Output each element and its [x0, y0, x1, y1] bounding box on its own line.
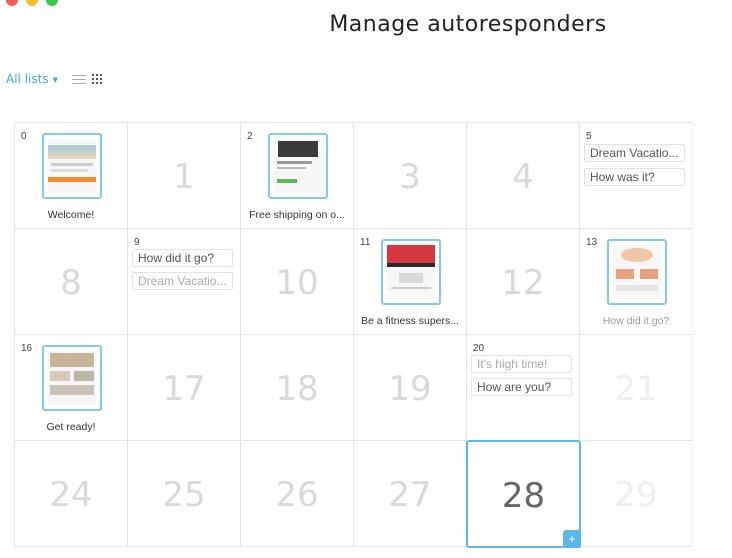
list-view-icon[interactable] — [71, 74, 86, 84]
day-number: 16 — [21, 343, 33, 354]
email-thumbnail[interactable] — [42, 345, 102, 411]
day-cell-26[interactable]: 26 — [241, 441, 354, 547]
day-cell-24[interactable]: 24 — [15, 441, 128, 547]
day-cell-16[interactable]: 16 Get ready! — [15, 335, 128, 441]
day-cell-11[interactable]: 11 Be a fitness supers... — [354, 229, 467, 335]
day-cell-28-selected[interactable]: 28 + — [466, 440, 581, 548]
day-cell-27[interactable]: 27 — [354, 441, 467, 547]
email-chip[interactable]: Dream Vacatio... — [132, 272, 233, 290]
day-cell-19[interactable]: 19 — [354, 335, 467, 441]
day-placeholder-number: 24 — [49, 475, 93, 515]
day-cell-5[interactable]: 5 Dream Vacatio... How was it? — [580, 123, 693, 229]
page-title: Manage autoresponders — [329, 12, 607, 37]
day-cell-0[interactable]: 0 Welcome! — [15, 123, 128, 229]
email-chip[interactable]: How was it? — [584, 168, 685, 186]
day-cell-20[interactable]: 20 It's high time! How are you? — [467, 335, 580, 441]
day-cell-10[interactable]: 10 — [241, 229, 354, 335]
add-email-button[interactable]: + — [563, 530, 581, 548]
day-placeholder-number: 26 — [275, 475, 319, 515]
day-number: 0 — [21, 131, 27, 142]
email-label[interactable]: Free shipping on o... — [241, 209, 353, 221]
day-number: 20 — [473, 343, 485, 354]
day-placeholder-number: 25 — [162, 475, 206, 515]
day-placeholder-number: 28 — [501, 476, 546, 516]
toolbar: All lists ▼ — [6, 72, 102, 86]
day-number: 13 — [586, 237, 598, 248]
email-thumbnail[interactable] — [381, 239, 441, 305]
day-cell-9[interactable]: 9 How did it go? Dream Vacatio... — [128, 229, 241, 335]
all-lists-dropdown[interactable]: All lists ▼ — [6, 72, 58, 86]
day-number: 5 — [586, 131, 592, 142]
email-thumbnail[interactable] — [42, 133, 102, 199]
email-label[interactable]: Welcome! — [15, 209, 127, 221]
day-placeholder-number: 1 — [173, 157, 195, 197]
caret-down-icon: ▼ — [52, 75, 58, 84]
minimize-window-button[interactable] — [26, 0, 38, 6]
day-number: 11 — [360, 237, 371, 248]
maximize-window-button[interactable] — [46, 0, 58, 6]
day-cell-1[interactable]: 1 — [128, 123, 241, 229]
day-number: 2 — [247, 131, 253, 142]
day-cell-2[interactable]: 2 Free shipping on o... — [241, 123, 354, 229]
day-placeholder-number: 10 — [275, 263, 319, 303]
close-window-button[interactable] — [6, 0, 18, 6]
email-chip[interactable]: How did it go? — [132, 249, 233, 267]
day-placeholder-number: 12 — [501, 263, 545, 303]
day-cell-29[interactable]: 29 — [580, 441, 693, 547]
email-chip[interactable]: Dream Vacatio... — [584, 144, 685, 162]
grid-view-icon[interactable] — [91, 74, 102, 84]
day-cell-12[interactable]: 12 — [467, 229, 580, 335]
email-label[interactable]: How did it go? — [580, 315, 692, 327]
day-number: 9 — [134, 237, 140, 248]
day-cell-25[interactable]: 25 — [128, 441, 241, 547]
email-thumbnail[interactable] — [607, 239, 667, 305]
email-label[interactable]: Get ready! — [15, 421, 127, 433]
email-chip[interactable]: It's high time! — [471, 355, 572, 373]
day-placeholder-number: 4 — [512, 157, 534, 197]
day-cell-4[interactable]: 4 — [467, 123, 580, 229]
email-label[interactable]: Be a fitness supers... — [354, 315, 466, 327]
autoresponder-calendar: 0 Welcome! 1 2 Free shipping on o... 3 4… — [14, 122, 693, 548]
day-cell-3[interactable]: 3 — [354, 123, 467, 229]
day-placeholder-number: 19 — [388, 369, 432, 409]
day-placeholder-number: 17 — [162, 369, 206, 409]
day-placeholder-number: 29 — [614, 475, 658, 515]
day-placeholder-number: 8 — [60, 263, 82, 303]
all-lists-label: All lists — [6, 72, 49, 86]
day-cell-13[interactable]: 13 How did it go? — [580, 229, 693, 335]
day-placeholder-number: 18 — [275, 369, 319, 409]
day-cell-17[interactable]: 17 — [128, 335, 241, 441]
email-thumbnail[interactable] — [268, 133, 328, 199]
day-placeholder-number: 21 — [614, 369, 658, 409]
email-chip[interactable]: How are you? — [471, 378, 572, 396]
day-cell-8[interactable]: 8 — [15, 229, 128, 335]
day-cell-21[interactable]: 21 — [580, 335, 693, 441]
day-placeholder-number: 3 — [399, 157, 421, 197]
day-placeholder-number: 27 — [388, 475, 432, 515]
day-cell-18[interactable]: 18 — [241, 335, 354, 441]
window-controls — [6, 0, 58, 6]
